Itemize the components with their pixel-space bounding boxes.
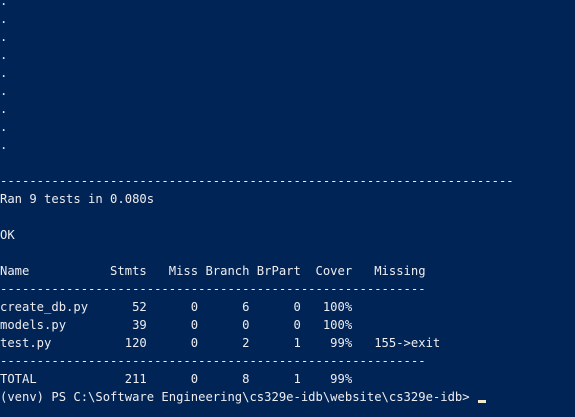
test-progress-dot: . (0, 48, 8, 62)
test-progress-dot: . (0, 120, 8, 134)
test-progress-dot: . (0, 138, 8, 152)
test-progress-dot: . (0, 12, 8, 26)
command-prompt-line[interactable]: (venv) PS C:\Software Engineering\cs329e… (0, 388, 486, 406)
coverage-row: create_db.py 52 0 6 0 100% (0, 300, 353, 314)
test-progress-dot: . (0, 66, 8, 80)
test-separator: ----------------------------------------… (0, 174, 514, 188)
coverage-total-row: TOTAL 211 0 8 1 99% (0, 372, 353, 386)
test-result-status: OK (0, 228, 15, 242)
coverage-row: test.py 120 0 2 1 99% 155->exit (0, 336, 441, 350)
test-progress-dot: . (0, 102, 8, 116)
test-progress-dot: . (0, 84, 8, 98)
tests-ran-summary: Ran 9 tests in 0.080s (0, 192, 155, 206)
text-cursor (477, 400, 486, 403)
prompt-text: (venv) PS C:\Software Engineering\cs329e… (0, 390, 470, 404)
coverage-separator: ----------------------------------------… (0, 354, 426, 368)
test-progress-dot: . (0, 30, 8, 44)
test-progress-dot: . (0, 0, 8, 8)
powershell-terminal[interactable]: . . . . . . . . . ----------------------… (0, 0, 575, 417)
coverage-separator: ----------------------------------------… (0, 282, 426, 296)
coverage-header: Name Stmts Miss Branch BrPart Cover Miss… (0, 264, 426, 278)
coverage-row: models.py 39 0 0 0 100% (0, 318, 353, 332)
